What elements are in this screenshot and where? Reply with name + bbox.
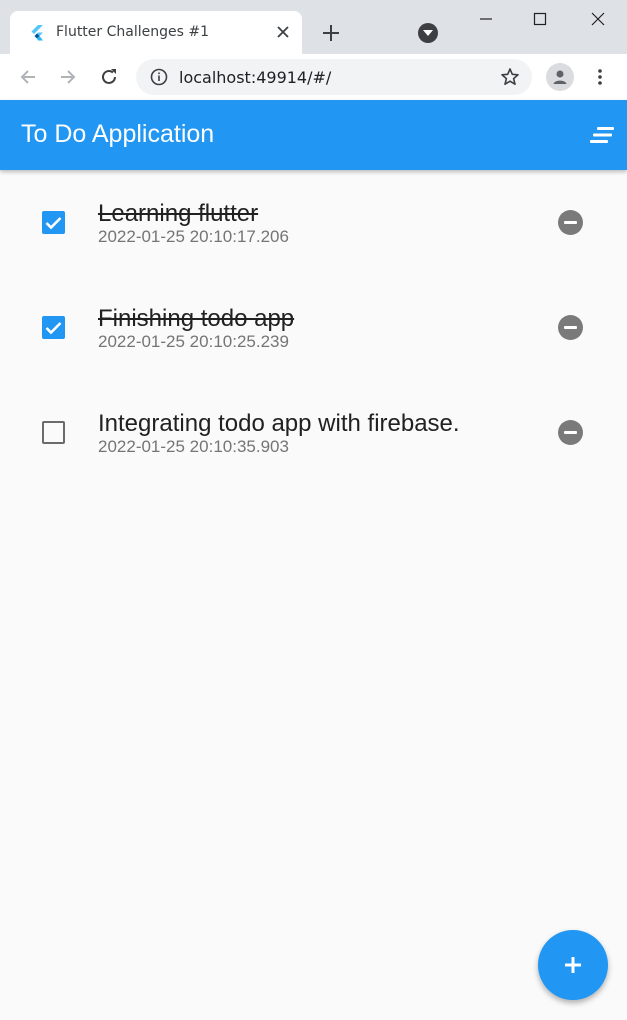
sort-icon[interactable] <box>590 126 614 144</box>
check-icon <box>45 216 62 229</box>
close-icon <box>591 12 605 26</box>
todo-title: Integrating todo app with firebase. <box>98 410 460 437</box>
remove-circle-icon[interactable] <box>558 420 583 445</box>
todo-date: 2022-01-25 20:10:25.239 <box>98 332 289 351</box>
maximize-button[interactable] <box>527 6 553 32</box>
maximize-icon <box>533 12 547 26</box>
todo-title: Finishing todo app <box>98 305 295 332</box>
todo-item: Learning flutter 2022-01-25 20:10:17.206 <box>0 170 627 275</box>
remove-circle-icon[interactable] <box>558 210 583 235</box>
new-tab-button[interactable] <box>318 20 344 46</box>
add-todo-button[interactable] <box>538 930 608 1000</box>
window-close-button[interactable] <box>585 6 611 32</box>
address-bar[interactable]: localhost:49914/#/ <box>136 59 532 95</box>
tab-search-button[interactable] <box>418 23 438 43</box>
arrow-right-icon <box>61 70 76 84</box>
info-icon[interactable] <box>150 68 168 86</box>
arrow-left-icon <box>20 70 35 84</box>
todo-checkbox[interactable] <box>42 316 65 339</box>
tab-title: Flutter Challenges #1 <box>56 24 209 40</box>
profile-button[interactable] <box>546 63 574 91</box>
chevron-down-icon <box>423 30 433 36</box>
star-icon[interactable] <box>500 67 520 87</box>
back-button[interactable] <box>15 64 41 90</box>
browser-tab[interactable]: Flutter Challenges #1 <box>10 11 302 54</box>
minimize-button[interactable] <box>473 6 499 32</box>
todo-item: Integrating todo app with firebase. 2022… <box>0 380 627 485</box>
plus-icon <box>565 957 581 973</box>
todo-checkbox[interactable] <box>42 211 65 234</box>
forward-button[interactable] <box>55 64 81 90</box>
app-title: To Do Application <box>21 120 215 148</box>
todo-title: Learning flutter <box>98 200 259 227</box>
browser-menu-button[interactable] <box>588 64 612 90</box>
plus-icon <box>323 25 339 41</box>
check-icon <box>45 321 62 334</box>
remove-circle-icon[interactable] <box>558 315 583 340</box>
browser-toolbar: localhost:49914/#/ <box>0 54 627 100</box>
todo-item: Finishing todo app 2022-01-25 20:10:25.2… <box>0 275 627 380</box>
todo-date: 2022-01-25 20:10:35.903 <box>98 437 289 456</box>
person-icon <box>553 70 567 84</box>
more-vert-icon <box>598 69 602 85</box>
todo-date: 2022-01-25 20:10:17.206 <box>98 227 289 246</box>
reload-icon <box>102 69 116 84</box>
minimize-icon <box>480 18 492 20</box>
todo-checkbox[interactable] <box>42 421 65 444</box>
app-bar: To Do Application <box>0 100 627 170</box>
url-text[interactable]: localhost:49914/#/ <box>179 68 331 87</box>
reload-button[interactable] <box>96 64 122 90</box>
tab-strip: Flutter Challenges #1 <box>0 0 627 54</box>
close-icon[interactable] <box>274 23 292 41</box>
flutter-logo-icon <box>31 25 43 41</box>
